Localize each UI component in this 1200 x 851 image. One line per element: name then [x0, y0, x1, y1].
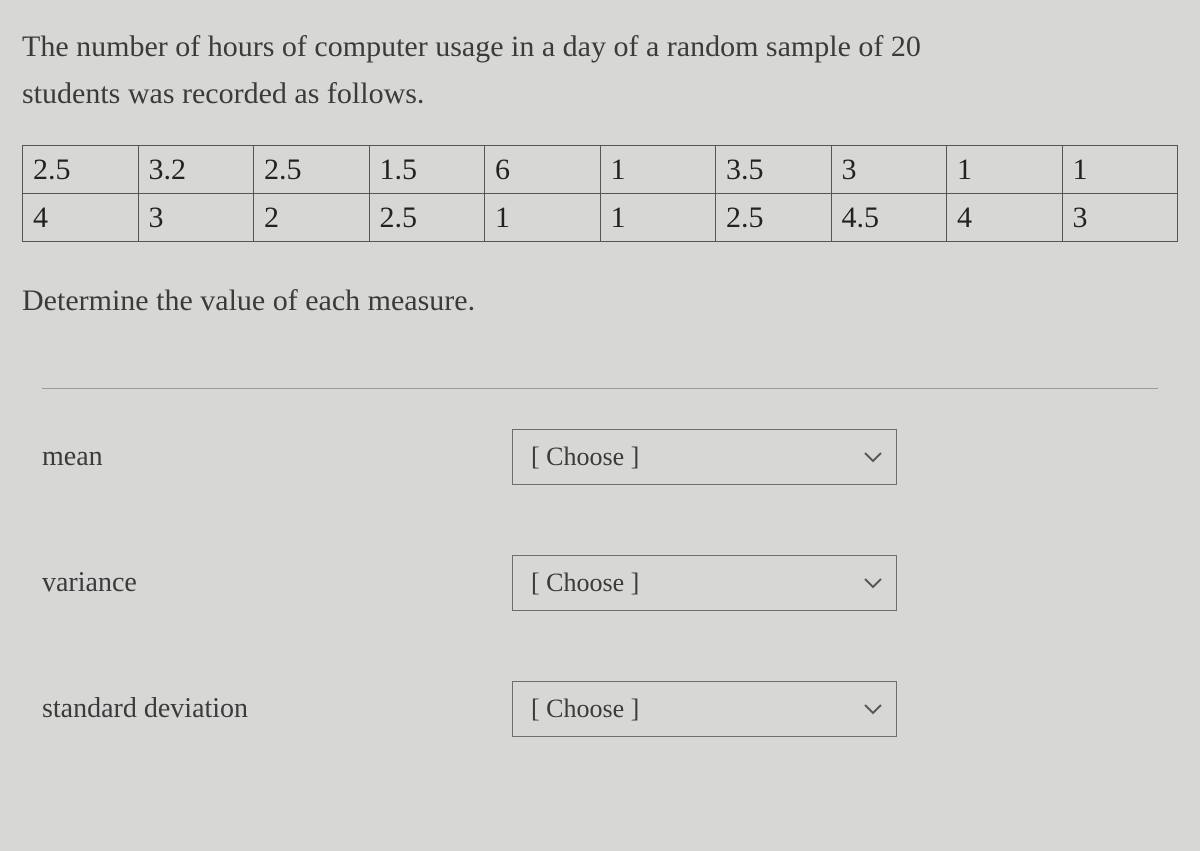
- measure-label: mean: [42, 441, 512, 473]
- table-cell: 2.5: [369, 194, 485, 242]
- prompt-line2: students was recorded as follows.: [22, 77, 424, 110]
- dropdown-placeholder: [ Choose ]: [531, 694, 639, 724]
- table-cell: 6: [485, 146, 601, 194]
- table-row: 2.5 3.2 2.5 1.5 6 1 3.5 3 1 1: [23, 146, 1178, 194]
- measure-row-stddev: standard deviation [ Choose ]: [42, 681, 1158, 737]
- measure-row-mean: mean [ Choose ]: [42, 429, 1158, 485]
- chevron-down-icon: [864, 451, 882, 463]
- mean-dropdown[interactable]: [ Choose ]: [512, 429, 897, 485]
- table-cell: 2.5: [254, 146, 370, 194]
- table-cell: 4: [23, 194, 139, 242]
- table-cell: 1: [600, 194, 716, 242]
- table-cell: 1.5: [369, 146, 485, 194]
- chevron-down-icon: [864, 703, 882, 715]
- dropdown-placeholder: [ Choose ]: [531, 568, 639, 598]
- divider: [42, 388, 1158, 389]
- stddev-dropdown[interactable]: [ Choose ]: [512, 681, 897, 737]
- table-cell: 1: [947, 146, 1063, 194]
- table-cell: 1: [600, 146, 716, 194]
- table-cell: 1: [485, 194, 601, 242]
- table-cell: 3: [138, 194, 254, 242]
- table-cell: 2: [254, 194, 370, 242]
- table-cell: 2.5: [716, 194, 832, 242]
- table-cell: 1: [1062, 146, 1178, 194]
- table-cell: 2.5: [23, 146, 139, 194]
- table-cell: 3: [831, 146, 947, 194]
- variance-dropdown[interactable]: [ Choose ]: [512, 555, 897, 611]
- data-table: 2.5 3.2 2.5 1.5 6 1 3.5 3 1 1 4 3 2 2.5 …: [22, 145, 1178, 242]
- measure-row-variance: variance [ Choose ]: [42, 555, 1158, 611]
- table-cell: 4: [947, 194, 1063, 242]
- measure-label: variance: [42, 567, 512, 599]
- instruction-text: Determine the value of each measure.: [22, 284, 1178, 318]
- chevron-down-icon: [864, 577, 882, 589]
- dropdown-placeholder: [ Choose ]: [531, 442, 639, 472]
- table-row: 4 3 2 2.5 1 1 2.5 4.5 4 3: [23, 194, 1178, 242]
- question-prompt: The number of hours of computer usage in…: [22, 24, 1178, 117]
- table-cell: 4.5: [831, 194, 947, 242]
- table-cell: 3.2: [138, 146, 254, 194]
- prompt-line1: The number of hours of computer usage in…: [22, 30, 921, 63]
- measure-label: standard deviation: [42, 693, 512, 725]
- table-cell: 3.5: [716, 146, 832, 194]
- table-cell: 3: [1062, 194, 1178, 242]
